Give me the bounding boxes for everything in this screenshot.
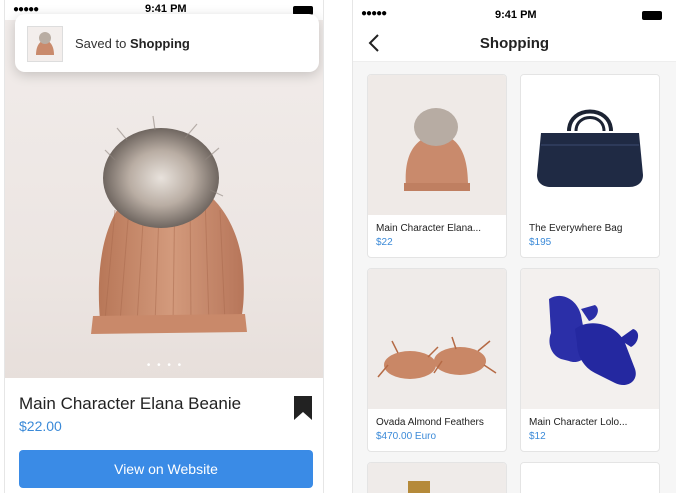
carousel-indicator[interactable]: • • • •: [5, 360, 323, 371]
status-time: 9:41 PM: [495, 9, 537, 21]
product-title: Main Character Elana Beanie: [19, 394, 242, 413]
product-image-partial: [368, 463, 506, 493]
nav-bar: Shopping: [353, 26, 676, 62]
toast-message: Saved to Shopping: [75, 36, 190, 51]
feather-slippers-image: [368, 269, 506, 409]
product-card[interactable]: Main Character Elana... $22: [367, 74, 507, 258]
product-card-price: $195: [529, 237, 552, 248]
product-card[interactable]: The Everywhere Bag $195: [520, 74, 660, 258]
beanie-image: [91, 115, 247, 334]
status-bar: ●●●●● 9:41 PM: [353, 0, 676, 26]
page-title: Shopping: [479, 35, 550, 52]
view-on-website-button[interactable]: View on Website: [19, 450, 313, 488]
product-price: $22.00: [19, 418, 62, 434]
product-card-price: $22: [376, 237, 393, 248]
signal-icon: ●●●●●: [361, 8, 387, 19]
product-detail-screen: ●●●●● 9:41 PM • • • • Saved to Shopping …: [4, 0, 324, 493]
mittens-image: [521, 269, 659, 409]
product-card-price: $12: [529, 431, 546, 442]
product-card-name: Ovada Almond Feathers: [376, 417, 484, 428]
toast-collection[interactable]: Shopping: [130, 36, 190, 51]
product-card-name: The Everywhere Bag: [529, 223, 623, 234]
battery-icon: [642, 11, 662, 20]
product-card[interactable]: Main Character Lolo... $12: [520, 268, 660, 452]
beanie-image: [368, 75, 506, 215]
saved-toast[interactable]: Saved to Shopping: [15, 14, 319, 72]
product-image-partial: [521, 463, 659, 493]
product-card[interactable]: [520, 462, 660, 493]
product-card-name: Main Character Elana...: [376, 223, 482, 234]
product-card-price: $470.00 Euro: [376, 431, 437, 442]
toast-prefix: Saved to: [75, 36, 130, 51]
bookmark-icon[interactable]: [293, 396, 313, 420]
product-card[interactable]: Ovada Almond Feathers $470.00 Euro: [367, 268, 507, 452]
shopping-collection-screen: ●●●●● 9:41 PM Shopping Main Character El…: [352, 0, 676, 493]
beanie-thumb-icon: [36, 32, 54, 55]
product-card-name: Main Character Lolo...: [529, 417, 628, 428]
product-card[interactable]: [367, 462, 507, 493]
duffel-bag-image: [521, 75, 659, 215]
toast-thumbnail: [27, 26, 63, 62]
product-image[interactable]: • • • •: [5, 20, 323, 378]
